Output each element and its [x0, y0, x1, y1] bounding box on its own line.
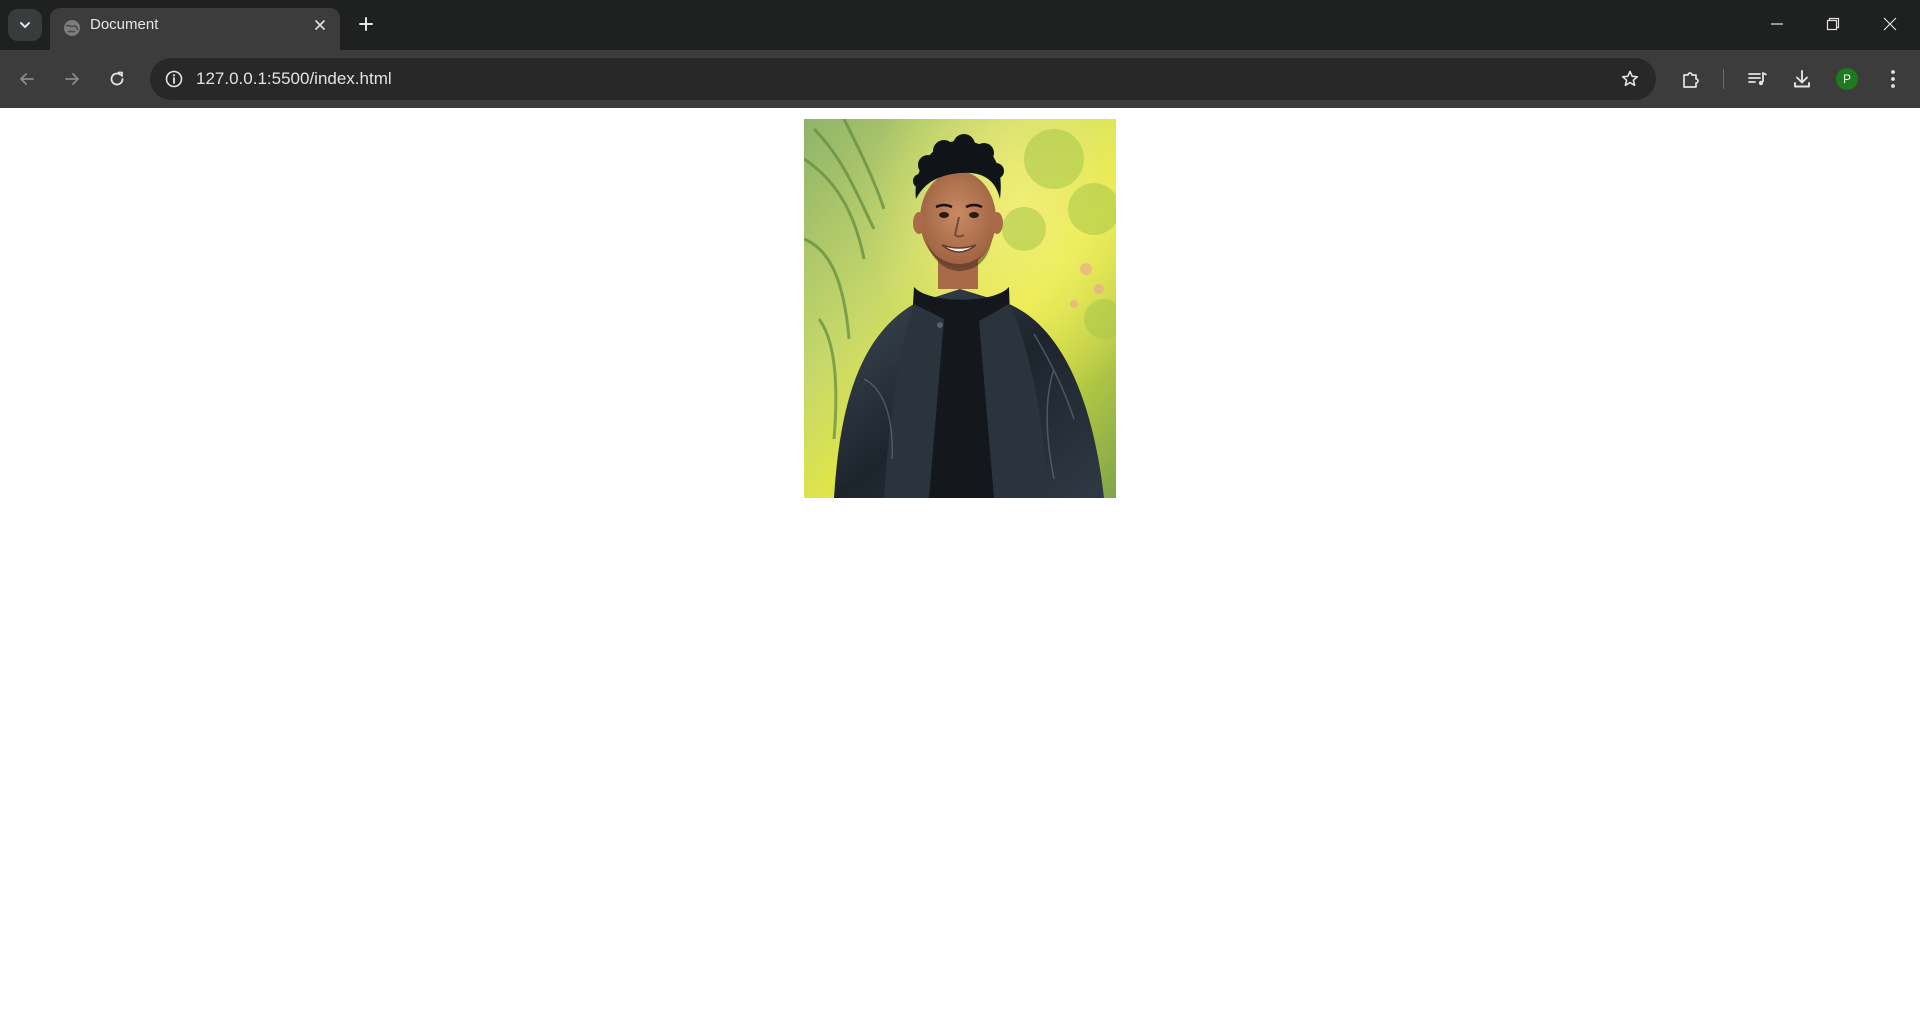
download-icon — [1794, 70, 1810, 88]
media-controls-button[interactable] — [1740, 62, 1774, 96]
browser-toolbar: 127.0.0.1:5500/index.html P — [0, 50, 1920, 108]
restore-icon — [1826, 17, 1840, 31]
portrait-photo-illustration — [804, 119, 1116, 498]
minimize-button[interactable] — [1749, 0, 1805, 48]
info-icon — [165, 70, 183, 88]
chevron-down-icon — [20, 22, 30, 28]
browser-window: Document 127.0.0.1:5500/index.html P — [0, 0, 1920, 1030]
kebab-menu-icon — [1891, 70, 1895, 88]
address-bar[interactable]: 127.0.0.1:5500/index.html — [150, 58, 1656, 100]
minimize-icon — [1771, 23, 1783, 25]
tab-search-button[interactable] — [8, 9, 42, 41]
extensions-button[interactable] — [1674, 62, 1708, 96]
avatar: P — [1836, 68, 1858, 90]
downloads-button[interactable] — [1785, 62, 1819, 96]
tab-strip: Document — [0, 0, 1920, 50]
back-button[interactable] — [10, 62, 44, 96]
bookmark-button[interactable] — [1616, 65, 1644, 93]
close-window-button[interactable] — [1862, 0, 1918, 48]
restore-button[interactable] — [1805, 0, 1861, 48]
close-icon — [315, 20, 325, 30]
reload-button[interactable] — [100, 62, 134, 96]
tab-document[interactable]: Document — [50, 8, 340, 50]
site-info-button[interactable] — [160, 65, 188, 93]
tab-title: Document — [90, 16, 159, 33]
profile-button[interactable]: P — [1830, 62, 1864, 96]
tab-close-button[interactable] — [310, 15, 330, 35]
new-tab-button[interactable] — [352, 10, 380, 38]
page-viewport — [0, 108, 1920, 1030]
browser-menu-button[interactable] — [1876, 62, 1910, 96]
reload-icon — [110, 71, 124, 86]
globe-icon — [64, 20, 80, 36]
plus-icon — [359, 17, 373, 31]
close-icon — [1883, 17, 1897, 31]
arrow-right-icon — [65, 73, 79, 85]
arrow-left-icon — [20, 73, 34, 85]
url-text[interactable]: 127.0.0.1:5500/index.html — [196, 58, 392, 100]
star-icon — [1621, 70, 1639, 87]
playlist-icon — [1748, 72, 1767, 86]
forward-button[interactable] — [55, 62, 89, 96]
portrait-image — [804, 119, 1116, 498]
toolbar-divider — [1723, 69, 1724, 89]
puzzle-icon — [1683, 72, 1699, 88]
